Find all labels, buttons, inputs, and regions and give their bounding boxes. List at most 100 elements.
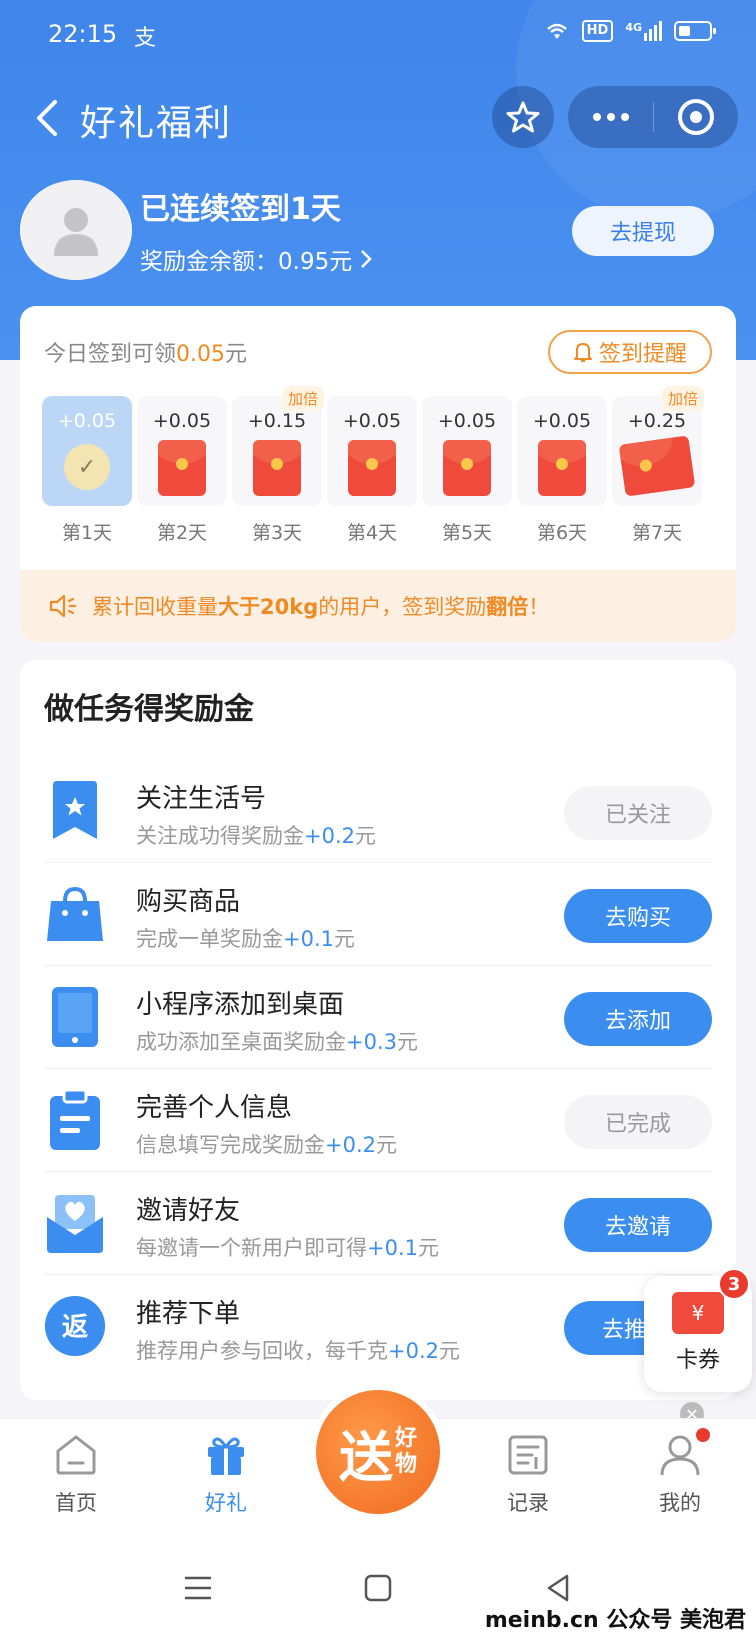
signin-day-2[interactable]: +0.05 第2天 (137, 396, 227, 545)
task-desc: 完成一单奖励金+0.1元 (136, 927, 355, 951)
svg-text:返: 返 (62, 1312, 88, 1342)
task-follow: 关注生活号 关注成功得奖励金+0.2元 已关注 (20, 760, 736, 863)
big-red-envelope-icon (618, 435, 696, 497)
signin-card: 今日签到可领0.05元 签到提醒 +0.05 ✓ 第1天 +0.05 第2天 加… (20, 306, 736, 642)
tab-home[interactable]: 首页 (16, 1433, 136, 1523)
task-desc: 关注成功得奖励金+0.2元 (136, 824, 376, 848)
navigation-bar: 好礼福利 (0, 82, 756, 154)
target-icon (678, 99, 714, 135)
home-square-icon[interactable] (358, 1568, 398, 1608)
rebate-icon: 返 (44, 1295, 106, 1357)
red-envelope-icon (158, 440, 206, 496)
task-buy-button[interactable]: 去购买 (564, 889, 712, 943)
tab-label: 首页 (55, 1491, 97, 1515)
chevron-right-icon (361, 250, 372, 268)
task-desc: 成功添加至桌面奖励金+0.3元 (136, 1030, 418, 1054)
task-followed-button[interactable]: 已关注 (564, 786, 712, 840)
signin-day-6[interactable]: +0.05 第6天 (517, 396, 607, 545)
red-envelope-icon (253, 440, 301, 496)
balance-text: 奖励金余额：0.95元 (140, 249, 353, 275)
signin-day-1[interactable]: +0.05 ✓ 第1天 (42, 396, 132, 545)
task-name: 完善个人信息 (136, 1093, 293, 1123)
tab-label: 好礼 (205, 1491, 247, 1515)
avatar[interactable] (20, 180, 132, 280)
red-envelope-icon (443, 440, 491, 496)
withdraw-button[interactable]: 去提现 (572, 206, 714, 256)
task-name: 小程序添加到桌面 (136, 990, 345, 1020)
task-buy: 购买商品 完成一单奖励金+0.1元 去购买 (20, 863, 736, 966)
signin-streak: 已连续签到1天 (140, 192, 341, 227)
signin-day-7[interactable]: 加倍 +0.25 第7天 (612, 386, 704, 545)
shopping-bag-icon (44, 883, 106, 945)
signin-day-3[interactable]: 加倍 +0.15 第3天 (232, 386, 324, 545)
profile-section: 已连续签到1天 奖励金余额：0.95元 去提现 (0, 180, 756, 290)
coupon-icon: ¥ (672, 1292, 724, 1334)
day-label: 第6天 (536, 522, 588, 544)
signin-day-4[interactable]: +0.05 第4天 (327, 396, 417, 545)
menu-icon[interactable] (178, 1568, 218, 1608)
task-name: 邀请好友 (136, 1196, 241, 1226)
network-type: 4G (625, 21, 642, 34)
balance-link[interactable]: 奖励金余额：0.95元 (140, 242, 372, 276)
day-label: 第2天 (156, 522, 208, 544)
close-mini-program-button[interactable] (654, 86, 738, 148)
task-add-button[interactable]: 去添加 (564, 992, 712, 1046)
app-notification-icon: 支 (134, 26, 157, 51)
day-label: 第3天 (251, 522, 303, 544)
today-reward-amount: 0.05 (176, 342, 225, 367)
red-envelope-icon (348, 440, 396, 496)
task-desc: 推荐用户参与回收，每千克+0.2元 (136, 1339, 460, 1363)
tab-label: 记录 (507, 1491, 549, 1515)
status-time: 22:15 (48, 20, 118, 48)
wifi-icon (546, 23, 567, 39)
coupon-float-button[interactable]: ¥ 卡券 3 (644, 1268, 752, 1392)
mini-program-capsule (568, 86, 738, 148)
task-desc: 信息填写完成奖励金+0.2元 (136, 1133, 397, 1157)
day-reward: +0.25 (627, 410, 687, 432)
day-reward: +0.05 (342, 410, 402, 432)
invite-heart-icon (44, 1192, 106, 1254)
send-gift-label: 送 (338, 1425, 393, 1489)
signin-reminder-button[interactable]: 签到提醒 (548, 330, 712, 374)
day-reward: +0.05 (57, 410, 117, 432)
record-icon (506, 1433, 550, 1477)
task-profile: 完善个人信息 信息填写完成奖励金+0.2元 已完成 (20, 1069, 736, 1172)
home-icon (54, 1433, 98, 1477)
bookmark-star-icon (44, 780, 106, 842)
tab-gift[interactable]: 好礼 (166, 1433, 286, 1523)
today-reward-text: 今日签到可领0.05元 (44, 342, 248, 367)
day-label: 第7天 (631, 522, 683, 544)
signin-day-5[interactable]: +0.05 第5天 (422, 396, 512, 545)
task-completed-button[interactable]: 已完成 (564, 1095, 712, 1149)
double-tag: 加倍 (281, 386, 324, 411)
watermark: meinb.cn 公众号 美泡君 (484, 1608, 746, 1633)
day-label: 第4天 (346, 522, 398, 544)
back-button[interactable] (22, 90, 72, 146)
page-title: 好礼福利 (80, 103, 233, 144)
tab-label: 我的 (659, 1491, 701, 1515)
tasks-title: 做任务得奖励金 (44, 692, 254, 727)
user-placeholder-icon (54, 208, 98, 256)
coupon-count-badge: 3 (718, 1268, 750, 1300)
star-icon (506, 101, 540, 133)
task-name: 推荐下单 (136, 1299, 241, 1329)
tablet-icon (44, 986, 106, 1048)
task-invite-button[interactable]: 去邀请 (564, 1198, 712, 1252)
favorite-button[interactable] (492, 86, 554, 148)
tab-record[interactable]: 记录 (468, 1433, 588, 1523)
tab-mine[interactable]: 我的 (620, 1433, 740, 1523)
signin-days: +0.05 ✓ 第1天 +0.05 第2天 加倍 +0.15 第3天 +0.05 (42, 386, 722, 546)
send-gift-button[interactable]: 送 好 物 (310, 1384, 446, 1520)
double-tag: 加倍 (661, 386, 704, 411)
hd-badge: HD (581, 20, 614, 42)
notification-dot (696, 1428, 710, 1442)
more-button[interactable] (568, 86, 653, 148)
clipboard-icon (44, 1089, 106, 1151)
task-name: 关注生活号 (136, 784, 267, 814)
day-reward: +0.05 (532, 410, 592, 432)
tasks-card: 做任务得奖励金 关注生活号 关注成功得奖励金+0.2元 已关注 购买商品 完成一… (20, 660, 736, 1400)
battery-icon (674, 21, 716, 41)
day-reward: +0.05 (437, 410, 497, 432)
day-label: 第5天 (441, 522, 493, 544)
day-reward: +0.15 (247, 410, 307, 432)
